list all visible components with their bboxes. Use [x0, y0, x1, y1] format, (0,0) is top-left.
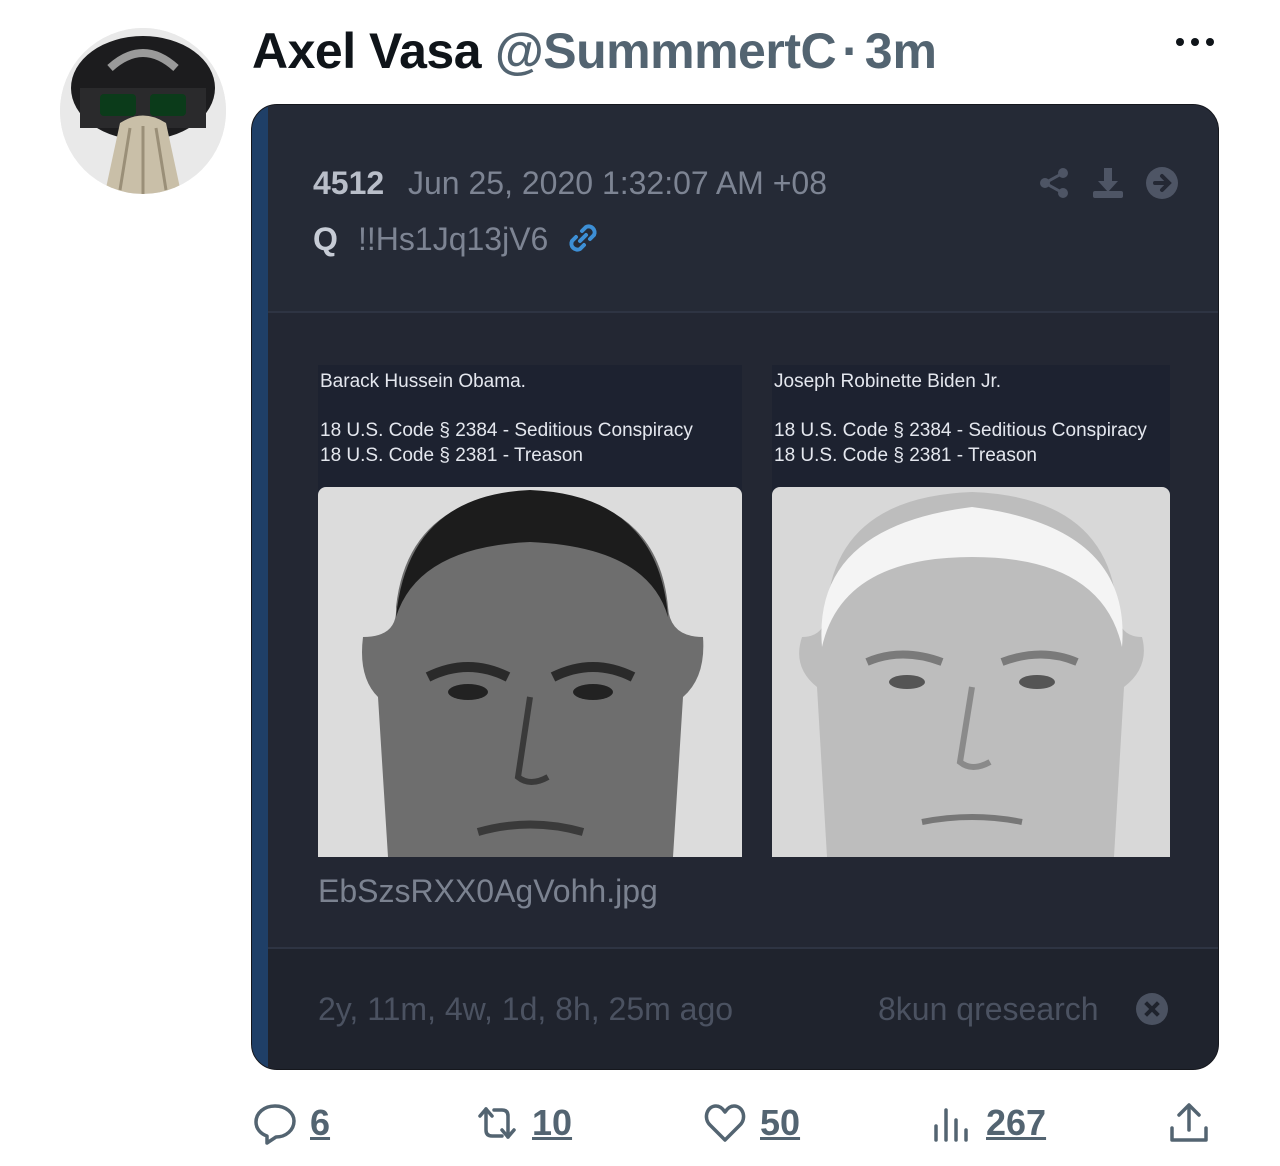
- author-handle[interactable]: @SummmertC: [495, 22, 837, 80]
- portrait-photo-left: [318, 487, 742, 857]
- share-upload-icon: [1170, 1103, 1208, 1142]
- image-caption-code-2: 18 U.S. Code § 2381 - Treason: [774, 445, 1037, 466]
- heart-icon: [704, 1104, 746, 1142]
- retweet-button[interactable]: 10: [474, 1100, 572, 1146]
- reply-icon: [254, 1104, 296, 1145]
- share-button[interactable]: [1166, 1100, 1212, 1146]
- image-caption-name: Barack Hussein Obama.: [320, 371, 526, 392]
- portrait-photo-right: [772, 487, 1170, 857]
- post-image-right: Joseph Robinette Biden Jr. 18 U.S. Code …: [772, 365, 1170, 857]
- post-number: 4512: [313, 165, 385, 201]
- image-caption-left: Barack Hussein Obama. 18 U.S. Code § 238…: [318, 365, 742, 487]
- post-image-left: Barack Hussein Obama. 18 U.S. Code § 238…: [318, 365, 742, 857]
- post-tripcode: !!Hs1Jq13jV6: [358, 221, 549, 257]
- post-author: Q: [313, 221, 338, 257]
- tweet-header: Axel Vasa @SummmertC · 3m: [252, 22, 937, 82]
- reply-button[interactable]: 6: [252, 1100, 330, 1146]
- attachment-filename[interactable]: EbSzsRXX0AgVohh.jpg: [318, 873, 658, 910]
- image-caption-code-1: 18 U.S. Code § 2384 - Seditious Conspira…: [774, 420, 1147, 441]
- more-horizontal-icon[interactable]: [1176, 38, 1214, 46]
- separator-dot: ·: [842, 23, 859, 79]
- image-caption-right: Joseph Robinette Biden Jr. 18 U.S. Code …: [772, 365, 1170, 487]
- post-footer: 2y, 11m, 4w, 1d, 8h, 25m ago 8kun qresea…: [268, 947, 1218, 1069]
- author-name[interactable]: Axel Vasa: [252, 22, 482, 80]
- post-source: 8kun qresearch: [878, 991, 1099, 1027]
- like-button[interactable]: 50: [702, 1100, 800, 1146]
- arrow-right-circle-icon: [1146, 167, 1178, 199]
- image-caption-code-2: 18 U.S. Code § 2381 - Treason: [320, 445, 583, 466]
- embedded-post-image[interactable]: 4512 Jun 25, 2020 1:32:07 AM +08 Q !!Hs1…: [251, 104, 1219, 1070]
- post-body: Barack Hussein Obama. 18 U.S. Code § 238…: [268, 313, 1218, 947]
- share-icon: [1040, 168, 1068, 198]
- image-caption-name: Joseph Robinette Biden Jr.: [774, 371, 1002, 392]
- reply-count: 6: [310, 1102, 331, 1143]
- retweet-icon: [478, 1107, 516, 1139]
- avatar[interactable]: [60, 28, 226, 194]
- like-count: 50: [760, 1102, 801, 1143]
- link-icon: [565, 220, 601, 256]
- analytics-icon: [934, 1108, 968, 1142]
- retweet-count: 10: [532, 1102, 573, 1143]
- post-age: 2y, 11m, 4w, 1d, 8h, 25m ago: [318, 991, 734, 1027]
- tweet-actions: 6 10 50 267: [252, 1100, 1218, 1160]
- post-tools: [1036, 165, 1180, 201]
- post-date: Jun 25, 2020 1:32:07 AM +08: [408, 165, 827, 201]
- tweet-time[interactable]: 3m: [865, 22, 937, 80]
- image-caption-code-1: 18 U.S. Code § 2384 - Seditious Conspira…: [320, 420, 693, 441]
- views-button[interactable]: 267: [928, 1100, 1046, 1146]
- download-icon: [1093, 168, 1123, 198]
- close-icon: [1136, 993, 1168, 1025]
- post-header: 4512 Jun 25, 2020 1:32:07 AM +08 Q !!Hs1…: [268, 105, 1218, 313]
- view-count: 267: [986, 1102, 1047, 1143]
